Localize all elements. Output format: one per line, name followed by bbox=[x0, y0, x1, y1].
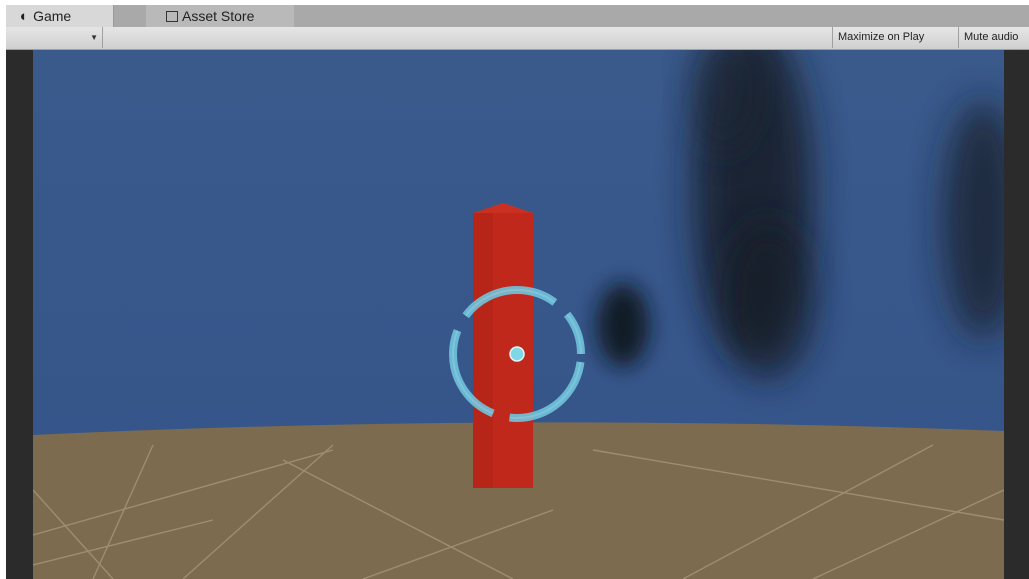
game-view-toolbar: ▼ Maximize on Play Mute audio bbox=[6, 27, 1029, 50]
game-icon: ◖ bbox=[18, 8, 28, 25]
game-viewport-frame bbox=[6, 50, 1029, 579]
maximize-on-play-toggle[interactable]: Maximize on Play bbox=[832, 27, 958, 48]
tab-asset-store-label: Asset Store bbox=[182, 8, 255, 24]
chevron-down-icon: ▼ bbox=[90, 33, 98, 42]
tab-game[interactable]: ◖ Game bbox=[6, 5, 114, 27]
asset-store-icon bbox=[166, 11, 178, 22]
game-view[interactable] bbox=[33, 50, 1004, 579]
unity-editor-window: ◖ Game Asset Store ▼ Maximize on Play Mut… bbox=[0, 0, 1029, 579]
aspect-ratio-dropdown[interactable]: ▼ bbox=[6, 27, 103, 48]
game-scene bbox=[33, 50, 1004, 579]
tab-asset-store[interactable]: Asset Store bbox=[146, 5, 294, 27]
tab-bar: ◖ Game Asset Store bbox=[6, 5, 1029, 27]
red-pillar bbox=[473, 203, 533, 488]
reticle-center-dot bbox=[509, 346, 525, 362]
tab-game-label: Game bbox=[33, 8, 72, 24]
mute-audio-toggle[interactable]: Mute audio bbox=[958, 27, 1029, 48]
